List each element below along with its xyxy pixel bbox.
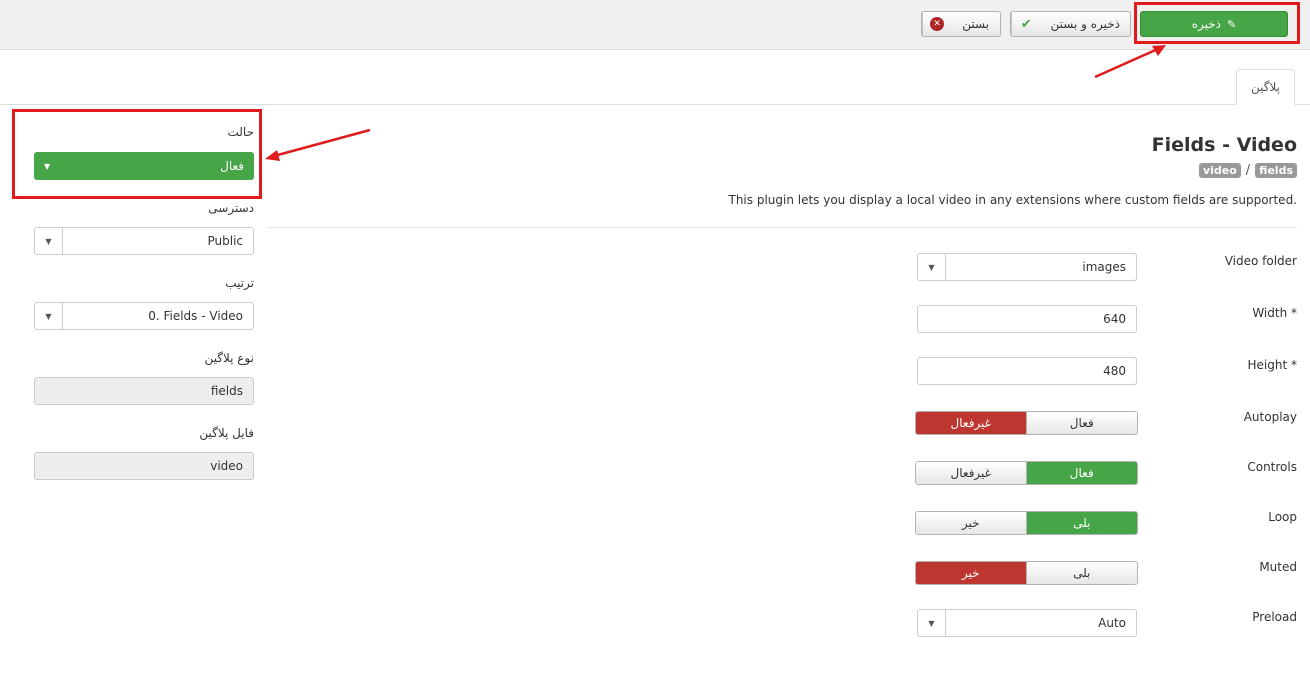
ordering-label: ترتیب <box>225 276 254 290</box>
autoplay-toggle: غیرفعال فعال <box>915 411 1138 435</box>
plugin-type-label: نوع پلاگین <box>204 351 254 365</box>
page-title: Fields - Video <box>1151 134 1297 156</box>
access-value: Public <box>207 234 243 248</box>
preload-value: Auto <box>1098 616 1126 630</box>
check-icon: ✔ <box>1020 16 1032 32</box>
chevron-down-icon: ▼ <box>44 161 51 171</box>
chevron-down-icon: ▼ <box>35 228 63 254</box>
preload-label: Preload <box>1252 610 1297 624</box>
video-folder-value: images <box>1082 260 1126 274</box>
status-label: حالت <box>227 125 254 139</box>
status-select[interactable]: ▼ فعال <box>34 152 254 180</box>
chevron-down-icon: ▼ <box>918 254 946 280</box>
loop-label: Loop <box>1268 510 1297 524</box>
loop-toggle: خیر بلی <box>915 511 1138 535</box>
access-label: دسترسی <box>208 201 254 215</box>
plugin-file-label: فایل پلاگین <box>199 426 254 440</box>
width-label: Width * <box>1252 306 1297 320</box>
badge-element: video <box>1198 163 1241 178</box>
preload-select[interactable]: Auto ▼ <box>917 609 1137 637</box>
muted-option-no[interactable]: خیر <box>916 562 1027 584</box>
badge-separator: / <box>1245 163 1251 178</box>
cancel-circle-icon: ✕ <box>930 17 945 31</box>
plugin-type-field: fields <box>34 377 254 405</box>
controls-option-yes[interactable]: فعال <box>1026 462 1137 484</box>
highlight-save <box>1134 2 1300 44</box>
badge-group: fields <box>1255 163 1297 178</box>
close-label: بستن <box>962 17 990 31</box>
plugin-badges: video / fields <box>1198 163 1297 178</box>
controls-toggle: غیرفعال فعال <box>915 461 1138 485</box>
video-folder-select[interactable]: images ▼ <box>917 253 1137 281</box>
annotation-arrow-save <box>1094 45 1166 79</box>
close-icon-box: ✕ <box>922 12 951 36</box>
loop-option-no[interactable]: خیر <box>916 512 1027 534</box>
ordering-select[interactable]: 0. Fields - Video ▼ <box>34 302 254 330</box>
access-select[interactable]: Public ▼ <box>34 227 254 255</box>
close-button[interactable]: ✕ بستن <box>921 11 1001 37</box>
width-input[interactable]: 640 <box>917 305 1137 333</box>
save-and-close-button[interactable]: ✔ ذخیره و بستن <box>1010 11 1131 37</box>
plugin-file-field: video <box>34 452 254 480</box>
video-folder-label: Video folder <box>1224 254 1297 268</box>
controls-option-no[interactable]: غیرفعال <box>916 462 1027 484</box>
autoplay-option-yes[interactable]: فعال <box>1026 412 1137 434</box>
tab-plugin[interactable]: پلاگین <box>1236 69 1295 105</box>
loop-option-yes[interactable]: بلی <box>1026 512 1137 534</box>
check-icon-box: ✔ <box>1011 12 1041 36</box>
chevron-down-icon: ▼ <box>35 303 63 329</box>
save-and-close-label: ذخیره و بستن <box>1050 17 1121 31</box>
tab-divider <box>0 104 1310 105</box>
height-label: Height * <box>1247 358 1297 372</box>
autoplay-label: Autoplay <box>1243 410 1297 424</box>
annotation-arrow-status <box>265 128 371 161</box>
chevron-down-icon: ▼ <box>918 610 946 636</box>
plugin-description: This plugin lets you display a local vid… <box>728 193 1297 207</box>
muted-toggle: خیر بلی <box>915 561 1138 585</box>
muted-option-yes[interactable]: بلی <box>1026 562 1137 584</box>
height-input[interactable]: 480 <box>917 357 1137 385</box>
status-value: فعال <box>220 159 244 173</box>
controls-label: Controls <box>1247 460 1297 474</box>
ordering-value: 0. Fields - Video <box>148 309 243 323</box>
autoplay-option-no[interactable]: غیرفعال <box>916 412 1027 434</box>
muted-label: Muted <box>1259 560 1297 574</box>
divider <box>268 227 1297 228</box>
